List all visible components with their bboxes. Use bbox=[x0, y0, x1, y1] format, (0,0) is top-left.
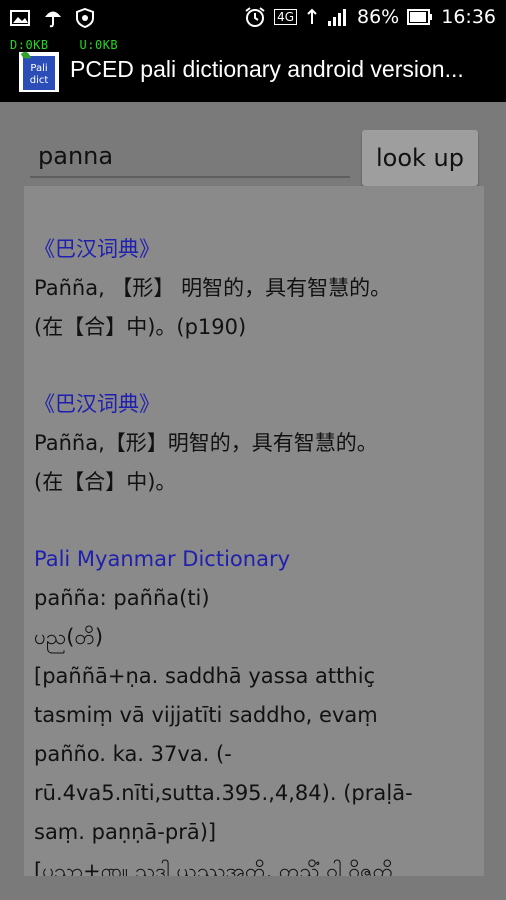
definition-line: (在【合】中)。(p190) bbox=[34, 315, 247, 339]
definition-line: pañño. ka. 37va. (- bbox=[34, 742, 232, 766]
network-type: 4G bbox=[274, 9, 297, 25]
download-speed: D:0KB bbox=[10, 38, 49, 52]
battery-icon bbox=[407, 9, 433, 25]
clock: 16:36 bbox=[441, 6, 496, 28]
network-speed-overlay: D:0KB U:0KB bbox=[10, 38, 118, 52]
results-panel[interactable]: 《巴汉词典》 Pañña, 【形】 明智的，具有智慧的。 (在【合】中)。(p1… bbox=[24, 186, 484, 876]
app-title: PCED pali dictionary android version... bbox=[70, 56, 464, 82]
status-bar: 4G 86% 16:36 bbox=[0, 0, 506, 38]
app-logo-text-top: Pali bbox=[30, 63, 47, 74]
shield-icon bbox=[76, 8, 94, 28]
notification-icons bbox=[10, 8, 94, 28]
result-entry: 《巴汉词典》 Pañña, 【形】 明智的，具有智慧的。 (在【合】中)。(p1… bbox=[34, 230, 474, 347]
definition-line: saṃ. paṇṇā-prā)] bbox=[34, 820, 217, 844]
wifi-signal-icon bbox=[307, 8, 317, 24]
cell-signal-icon bbox=[328, 9, 346, 26]
definition-line: [paññā+ṇa. saddhā yassa atthiç bbox=[34, 664, 376, 688]
definition-line: ပည(တိ) bbox=[34, 625, 104, 649]
app-logo-icon: Pali dict bbox=[19, 51, 59, 92]
dictionary-source-link[interactable]: Pali Myanmar Dictionary bbox=[34, 540, 474, 579]
result-entry: 《巴汉词典》 Pañña,【形】明智的，具有智慧的。 (在【合】中)。 bbox=[34, 385, 474, 502]
definition-line: rū.4va5.nīti,sutta.395.,4,84). (praḷā- bbox=[34, 781, 413, 805]
look-up-button[interactable]: look up bbox=[362, 130, 478, 186]
definition-line: tasmiṃ vā vijjatīti saddho, evaṃ bbox=[34, 703, 378, 727]
definition-line: pañña: pañña(ti) bbox=[34, 586, 210, 610]
definition-line: (在【合】中)。 bbox=[34, 470, 177, 494]
results-content: 《巴汉词典》 Pañña, 【形】 明智的，具有智慧的。 (在【合】中)。(p1… bbox=[24, 186, 484, 876]
image-icon bbox=[10, 10, 30, 26]
upload-speed: U:0KB bbox=[79, 38, 119, 52]
dictionary-source-link[interactable]: 《巴汉词典》 bbox=[34, 230, 474, 269]
definition-line: Pañña,【形】明智的，具有智慧的。 bbox=[34, 431, 378, 455]
system-indicators: 4G 86% 16:36 bbox=[244, 6, 496, 28]
definition-line: Pañña, 【形】 明智的，具有智慧的。 bbox=[34, 276, 392, 300]
dictionary-source-link[interactable]: 《巴汉词典》 bbox=[34, 385, 474, 424]
alarm-icon bbox=[245, 7, 265, 27]
result-entry: Pali Myanmar Dictionary pañña: pañña(ti)… bbox=[34, 540, 474, 876]
battery-percent: 86% bbox=[357, 6, 400, 28]
search-input[interactable] bbox=[30, 136, 350, 178]
umbrella-icon bbox=[45, 11, 61, 28]
definition-line: [ပညာ+ဏ။ သဒ္ဓါ ယဿအတ္ထိ, တသ္မိံ ဝါ ဝိဇ္ဇတိ bbox=[34, 859, 394, 876]
app-logo-text-bottom: dict bbox=[30, 75, 49, 86]
